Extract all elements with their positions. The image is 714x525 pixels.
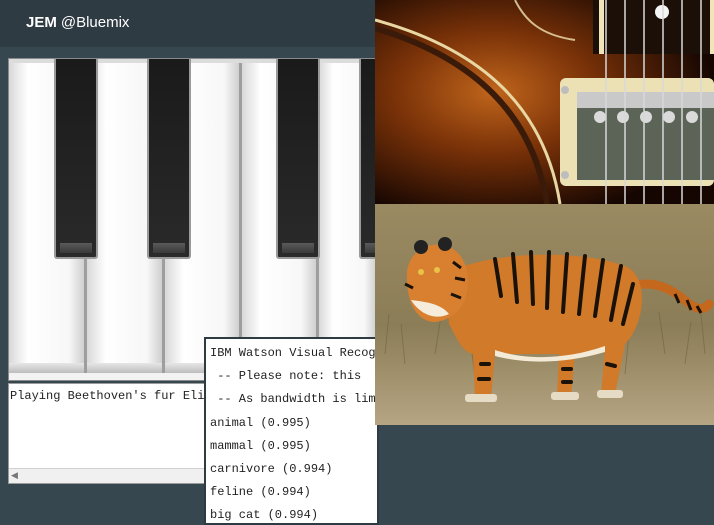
guitar-image [375,0,714,204]
horizontal-scrollbar[interactable]: ◀ [9,468,207,483]
piano-black-key-4[interactable] [359,59,375,259]
piano-black-key-3[interactable] [276,59,320,259]
scroll-left-icon[interactable]: ◀ [11,470,18,481]
watson-note-line: -- As bandwidth is limited [217,392,377,406]
watson-class-line: feline (0.994) [210,485,311,499]
piano-keyboard [8,58,376,381]
watson-class-line: mammal (0.995) [210,439,311,453]
watson-note-line: -- Please note: this [210,369,362,383]
watson-class-line: animal (0.995) [210,416,311,430]
brand-name: JEM [26,14,57,31]
guitar-illustration [375,0,714,204]
piano-black-key-2[interactable] [147,59,191,259]
brand-handle: @Bluemix [60,14,130,31]
status-textarea[interactable]: Playing Beethoven's fur Elise ◀ [8,383,208,484]
watson-results-panel: IBM Watson Visual Recognition -- Please … [204,337,379,525]
watson-class-line: big cat (0.994) [210,508,319,522]
watson-title-line: IBM Watson Visual Recognition [210,346,377,360]
watson-class-line: carnivore (0.994) [210,462,333,476]
tiger-image [375,204,714,425]
piano-black-key-1[interactable] [54,59,98,259]
tiger-illustration [375,204,714,425]
status-text: Playing Beethoven's fur Elise [10,389,208,403]
brand: JEM @Bluemix [26,14,129,31]
